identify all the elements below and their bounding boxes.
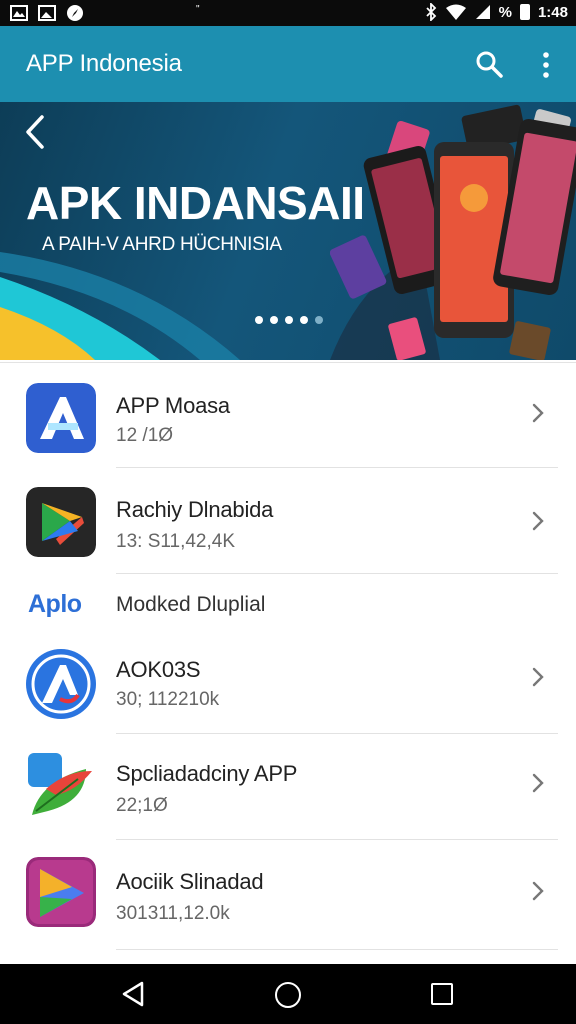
carousel-dot[interactable] (300, 316, 308, 324)
app-name: AOK03S (116, 657, 201, 682)
image-icon (38, 5, 56, 21)
list-item[interactable]: APP Moasa 12 /1Ø (0, 363, 576, 469)
divider (116, 467, 558, 468)
app-list: APP Moasa 12 /1Ø Rachiy Dlnabida 13: S11… (0, 362, 576, 964)
carousel-dot[interactable] (255, 316, 263, 324)
app-bar: APP Indonesia (0, 26, 576, 102)
section-header: Aplo Modked Dluplial (0, 575, 576, 635)
chevron-right-icon (532, 511, 544, 531)
app-title: APP Indonesia (26, 50, 182, 77)
divider (116, 839, 558, 840)
section-logo-text: Aplo (28, 590, 82, 618)
search-icon[interactable] (474, 49, 504, 79)
app-name: APP Moasa (116, 393, 230, 418)
app-name: Aociik Slinadad (116, 869, 264, 894)
chevron-right-icon (532, 667, 544, 687)
section-logo: Aplo (28, 590, 82, 619)
battery-percent: % (498, 3, 512, 21)
battery-icon (519, 4, 530, 20)
list-item[interactable]: Spcliadadciny APP 22;1Ø (0, 735, 576, 841)
banner-title: APK INDANSAII (26, 177, 365, 229)
play-app-icon (26, 857, 96, 927)
nav-home-icon[interactable] (275, 982, 301, 1008)
app-meta: 13: S11,42,4K (116, 531, 236, 552)
app-name: Spcliadadciny APP (116, 761, 298, 786)
status-right-icons: % 1:48 (425, 3, 568, 21)
divider (116, 733, 558, 734)
status-time: 1:48 (537, 3, 568, 21)
list-item[interactable]: Rachiy Dlnabida 13: S11,42,4K (0, 469, 576, 575)
nav-back-icon[interactable] (120, 980, 146, 1008)
carousel-dot[interactable] (270, 316, 278, 324)
signal-icon (475, 5, 490, 19)
status-center-text: " (196, 4, 200, 15)
compass-icon (67, 5, 83, 21)
leaf-app-icon (28, 753, 92, 815)
app-name: Rachiy Dlnabida (116, 497, 274, 522)
status-left-icons (10, 4, 84, 22)
phones-illustration (330, 104, 576, 360)
bluetooth-icon (425, 3, 436, 21)
app-meta: 22;1Ø (116, 795, 168, 816)
carousel-dot[interactable] (315, 316, 323, 324)
more-vert-icon[interactable] (536, 50, 556, 80)
divider (116, 949, 558, 950)
promo-banner[interactable]: APK INDANSAII A PAIH-V AHRD HÜCHNISIA (0, 102, 576, 360)
app-meta: 301311,12.0k (116, 903, 230, 924)
chevron-right-icon (532, 881, 544, 901)
list-item[interactable]: Aociik Slinadad 301311,12.0k (0, 841, 576, 951)
app-a-icon (26, 383, 96, 453)
divider (116, 573, 558, 574)
app-meta: 12 /1Ø (116, 425, 174, 446)
nav-recents-icon[interactable] (431, 983, 453, 1005)
wifi-icon (445, 4, 466, 20)
section-label: Modked Dluplial (116, 593, 266, 616)
app-meta: 30; 112210k (116, 689, 220, 710)
chevron-right-icon (532, 773, 544, 793)
carousel-indicator[interactable] (255, 316, 323, 324)
list-item[interactable]: AOK03S 30; 112210k (0, 635, 576, 735)
app-store-icon (26, 649, 96, 719)
status-bar: " % 1:48 (0, 0, 576, 26)
back-arrow-icon[interactable] (22, 114, 48, 150)
carousel-dot[interactable] (285, 316, 293, 324)
gallery-icon (10, 5, 28, 21)
play-store-icon (26, 487, 96, 557)
chevron-right-icon (532, 403, 544, 423)
system-nav-bar (0, 964, 576, 1024)
banner-subtitle: A PAIH-V AHRD HÜCHNISIA (42, 234, 282, 255)
